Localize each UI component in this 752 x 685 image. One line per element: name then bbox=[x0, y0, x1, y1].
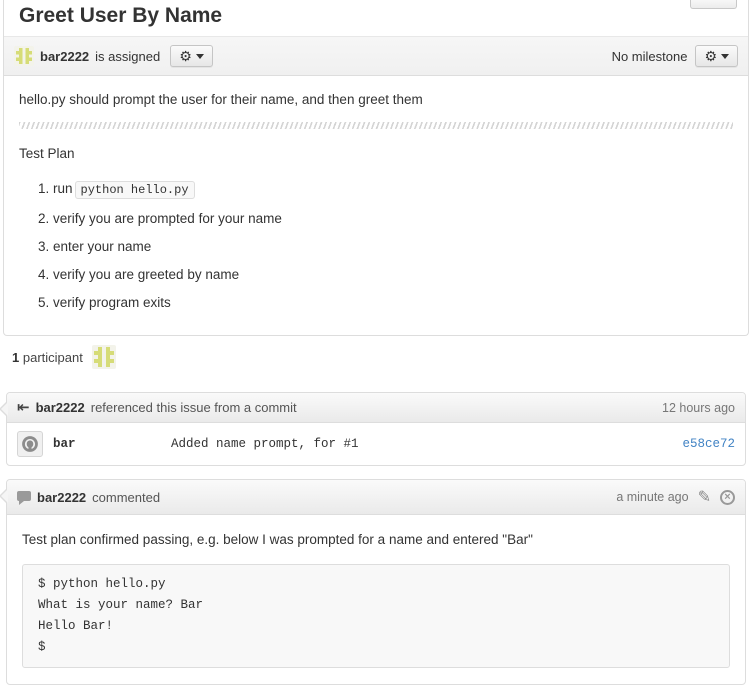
assignee-status-text: is assigned bbox=[95, 49, 160, 64]
commit-author-avatar[interactable] bbox=[17, 431, 43, 457]
commit-row: bar Added name prompt, for #1 e58ce72 bbox=[7, 423, 745, 465]
issue-panel: Greet User By Name bar2222 is assigned ⚙… bbox=[3, 0, 749, 336]
commit-message: Added name prompt, for #1 bbox=[171, 437, 682, 451]
hatched-divider bbox=[19, 122, 733, 129]
commit-actor-link[interactable]: bar2222 bbox=[36, 400, 85, 415]
edit-comment-icon[interactable]: ✎ bbox=[698, 487, 711, 507]
participants-count: 1 bbox=[12, 350, 19, 365]
close-icon[interactable]: × bbox=[720, 490, 735, 505]
comment-text: Test plan confirmed passing, e.g. below … bbox=[22, 530, 730, 549]
step-text: run bbox=[53, 181, 73, 196]
participant-avatar[interactable] bbox=[92, 345, 116, 369]
test-plan-list: runpython hello.py verify you are prompt… bbox=[19, 179, 733, 312]
milestone-gear-button[interactable]: ⚙ bbox=[695, 45, 738, 67]
page-title: Greet User By Name bbox=[19, 4, 733, 28]
commit-header-right: 12 hours ago bbox=[662, 401, 735, 415]
commit-author-name: bar bbox=[53, 437, 171, 451]
commit-action-text: referenced this issue from a commit bbox=[91, 400, 297, 415]
code-line: $ bbox=[38, 637, 714, 658]
list-item: verify you are prompted for your name bbox=[53, 209, 733, 228]
comment-timestamp: a minute ago bbox=[616, 490, 688, 504]
list-item: verify program exits bbox=[53, 293, 733, 312]
list-item: enter your name bbox=[53, 237, 733, 256]
assignee-section: bar2222 is assigned ⚙ bbox=[14, 45, 612, 67]
issue-title-bar: Greet User By Name bbox=[4, 0, 748, 37]
list-item: verify you are greeted by name bbox=[53, 265, 733, 284]
code-line: What is your name? Bar bbox=[38, 595, 714, 616]
assignee-gear-button[interactable]: ⚙ bbox=[170, 45, 213, 67]
participants-row: 1 participant bbox=[0, 336, 752, 369]
milestone-text: No milestone bbox=[612, 49, 688, 64]
commit-timestamp: 12 hours ago bbox=[662, 401, 735, 415]
github-mark-icon bbox=[21, 435, 39, 453]
issue-body: hello.py should prompt the user for thei… bbox=[4, 76, 748, 335]
gear-icon: ⚙ bbox=[179, 49, 192, 63]
referenced-icon: ⇤ bbox=[17, 402, 30, 414]
commit-sha-link[interactable]: e58ce72 bbox=[682, 437, 735, 451]
commit-reference-panel: ⇤ bar2222 referenced this issue from a c… bbox=[6, 392, 746, 466]
caret-down-icon bbox=[196, 54, 204, 59]
comment-action-text: commented bbox=[92, 490, 160, 505]
code-line: Hello Bar! bbox=[38, 616, 714, 637]
caret-down-icon bbox=[721, 54, 729, 59]
identicon-image bbox=[16, 48, 32, 64]
comment-body: Test plan confirmed passing, e.g. below … bbox=[7, 515, 745, 684]
comment-panel: bar2222 commented a minute ago ✎ × Test … bbox=[6, 479, 746, 685]
participants-text: 1 participant bbox=[12, 350, 83, 365]
code-line: $ python hello.py bbox=[38, 574, 714, 595]
assignee-username-link[interactable]: bar2222 bbox=[40, 49, 89, 64]
issue-description: hello.py should prompt the user for thei… bbox=[19, 90, 733, 109]
list-item: runpython hello.py bbox=[53, 179, 733, 200]
assignee-avatar[interactable] bbox=[14, 46, 34, 66]
comment-author-link[interactable]: bar2222 bbox=[37, 490, 86, 505]
edit-button-cropped[interactable] bbox=[690, 0, 737, 9]
milestone-section: No milestone ⚙ bbox=[612, 45, 738, 67]
assignee-milestone-bar: bar2222 is assigned ⚙ No milestone ⚙ bbox=[4, 37, 748, 76]
gear-icon: ⚙ bbox=[704, 49, 717, 63]
participants-label: participant bbox=[23, 350, 83, 365]
test-plan-heading: Test Plan bbox=[19, 144, 733, 163]
comment-bubble-icon bbox=[17, 491, 31, 501]
identicon-image bbox=[94, 347, 114, 367]
inline-code: python hello.py bbox=[75, 181, 195, 199]
code-block: $ python hello.pyWhat is your name? BarH… bbox=[22, 564, 730, 668]
comment-header-right: a minute ago ✎ × bbox=[616, 487, 735, 507]
commit-reference-header: ⇤ bar2222 referenced this issue from a c… bbox=[7, 393, 745, 423]
comment-header: bar2222 commented a minute ago ✎ × bbox=[7, 480, 745, 515]
